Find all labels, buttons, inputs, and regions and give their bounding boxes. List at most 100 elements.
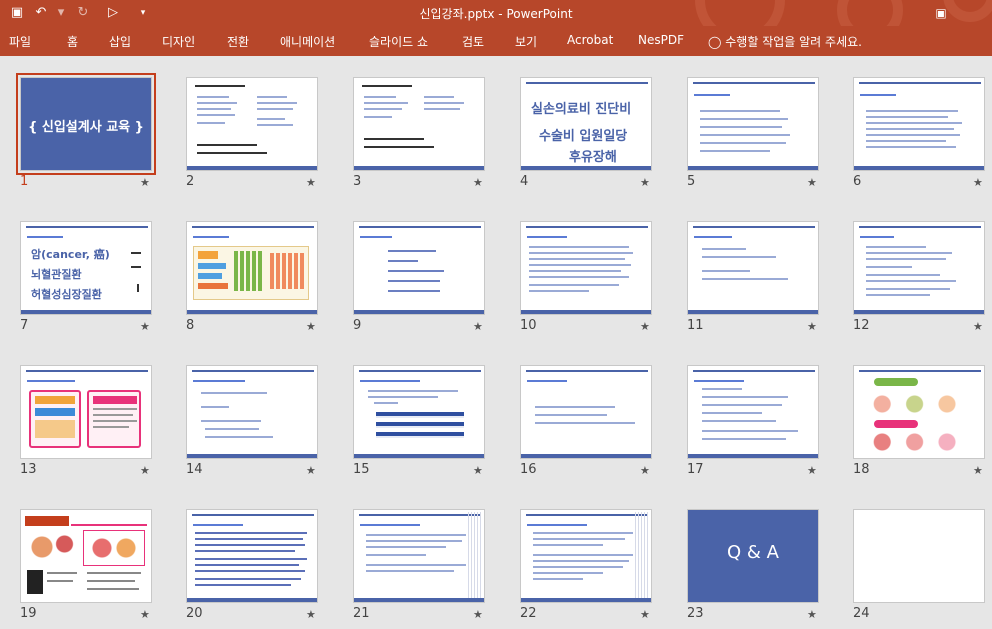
slide-number-5: 5	[687, 174, 696, 189]
slide-thumbnail-23[interactable]: Q & A	[687, 509, 819, 603]
slide-star-icon: ★	[640, 176, 650, 189]
tab-transitions[interactable]: 전환	[227, 33, 249, 50]
slide-star-icon: ★	[140, 320, 150, 333]
tab-review[interactable]: 검토	[462, 33, 484, 50]
slide-star-icon: ★	[473, 608, 483, 621]
tab-slideshow[interactable]: 슬라이드 쇼	[369, 33, 428, 50]
slide-star-icon: ★	[807, 176, 817, 189]
slide-thumbnail-1[interactable]: { 신입설계사 교육 }	[16, 73, 156, 175]
slide-number-2: 2	[186, 174, 195, 189]
slide-number-7: 7	[20, 318, 29, 333]
tab-design[interactable]: 디자인	[162, 33, 195, 50]
slide-star-icon: ★	[306, 608, 316, 621]
slide-star-icon: ★	[473, 320, 483, 333]
slide-number-17: 17	[687, 462, 704, 477]
slide-number-1: 1	[20, 174, 29, 189]
powerpoint-window: ▣ ↶ ▾ ↻ ▷ ▾ 신입강좌.pptx - PowerPoint ▣ 파일 …	[0, 0, 992, 629]
tab-nespdf[interactable]: NesPDF	[638, 33, 684, 47]
slide-star-icon: ★	[973, 320, 983, 333]
slide-4-line-1: 실손의료비 진단비	[531, 102, 632, 117]
slide-number-6: 6	[853, 174, 862, 189]
slide-4-line-2: 수술비 입원일당	[539, 129, 628, 144]
slide-thumbnail-4[interactable]: 실손의료비 진단비 수술비 입원일당 후유장해	[520, 77, 652, 171]
slide-thumbnail-18[interactable]	[853, 365, 985, 459]
window-title: 신입강좌.pptx - PowerPoint	[419, 7, 573, 21]
slide-star-icon: ★	[306, 320, 316, 333]
slide-thumbnail-11[interactable]	[687, 221, 819, 315]
slide-7-line-3: 허혈성심장질환	[31, 288, 102, 301]
slide-thumbnail-13[interactable]	[20, 365, 152, 459]
slide-number-24: 24	[853, 606, 870, 621]
tab-insert[interactable]: 삽입	[109, 33, 131, 50]
slide-thumbnail-22[interactable]	[520, 509, 652, 603]
slide-star-icon: ★	[473, 176, 483, 189]
slide-number-13: 13	[20, 462, 37, 477]
tab-acrobat[interactable]: Acrobat	[567, 33, 613, 47]
slide-1-title: { 신입설계사 교육 }	[28, 120, 144, 135]
tell-me-label: 수행할 작업을 알려 주세요.	[725, 35, 862, 49]
tab-file[interactable]: 파일	[9, 33, 31, 50]
slide-23-title: Q & A	[727, 542, 779, 563]
slide-number-12: 12	[853, 318, 870, 333]
slide-19-organs-left	[27, 532, 77, 562]
slide-thumbnail-10[interactable]	[520, 221, 652, 315]
tab-animations[interactable]: 애니메이션	[280, 33, 335, 50]
slide-thumbnail-9[interactable]	[353, 221, 485, 315]
slide-thumbnail-2[interactable]	[186, 77, 318, 171]
slide-13-box-left	[29, 390, 81, 448]
slide-number-21: 21	[353, 606, 370, 621]
slide-star-icon: ★	[140, 608, 150, 621]
slide-number-16: 16	[520, 462, 537, 477]
slide-star-icon: ★	[140, 176, 150, 189]
slide-thumbnail-19[interactable]	[20, 509, 152, 603]
slide-thumbnail-8[interactable]	[186, 221, 318, 315]
slide-7-line-2: 뇌혈관질환	[31, 268, 82, 281]
slide-thumbnail-3[interactable]	[353, 77, 485, 171]
slide-number-23: 23	[687, 606, 704, 621]
slide-thumbnail-12[interactable]	[853, 221, 985, 315]
slide-18-illustration-bottom	[866, 430, 974, 454]
slide-number-10: 10	[520, 318, 537, 333]
slide-star-icon: ★	[807, 464, 817, 477]
slide-18-illustration-top	[866, 390, 974, 418]
slide-star-icon: ★	[640, 608, 650, 621]
slide-number-14: 14	[186, 462, 203, 477]
slide-star-icon: ★	[973, 464, 983, 477]
slide-thumbnail-14[interactable]	[186, 365, 318, 459]
slide-15-table	[376, 412, 464, 442]
tab-home[interactable]: 홈	[67, 33, 78, 50]
slide-sorter: { 신입설계사 교육 } 1 ★ 2 ★ 3 ★ 실손의료비 진단비 수술비 입…	[0, 56, 992, 629]
slide-number-9: 9	[353, 318, 362, 333]
slide-thumbnail-6[interactable]	[853, 77, 985, 171]
slide-thumbnail-15[interactable]	[353, 365, 485, 459]
slide-number-3: 3	[353, 174, 362, 189]
slide-star-icon: ★	[807, 608, 817, 621]
ribbon-display-options-icon[interactable]: ▣	[930, 3, 952, 23]
slide-thumbnail-5[interactable]	[687, 77, 819, 171]
slide-star-icon: ★	[807, 320, 817, 333]
slide-19-organs-right	[83, 530, 145, 566]
slide-4-line-3: 후유장해	[569, 150, 617, 165]
slide-star-icon: ★	[973, 176, 983, 189]
slide-number-22: 22	[520, 606, 537, 621]
slide-thumbnail-20[interactable]	[186, 509, 318, 603]
lightbulb-icon: ◯	[708, 35, 722, 49]
slide-thumbnail-24[interactable]	[853, 509, 985, 603]
slide-number-15: 15	[353, 462, 370, 477]
ribbon-tabs: 파일 홈 삽입 디자인 전환 애니메이션 슬라이드 쇼 검토 보기 Acroba…	[0, 26, 992, 56]
slide-thumbnail-21[interactable]	[353, 509, 485, 603]
slide-star-icon: ★	[473, 464, 483, 477]
slide-star-icon: ★	[306, 464, 316, 477]
slide-star-icon: ★	[306, 176, 316, 189]
slide-thumbnail-17[interactable]	[687, 365, 819, 459]
tell-me-search[interactable]: ◯ 수행할 작업을 알려 주세요.	[708, 33, 862, 50]
slide-number-4: 4	[520, 174, 529, 189]
slide-thumbnail-7[interactable]: 암(cancer, 癌) 뇌혈관질환 허혈성심장질환	[20, 221, 152, 315]
slide-number-11: 11	[687, 318, 704, 333]
title-bar: ▣ ↶ ▾ ↻ ▷ ▾ 신입강좌.pptx - PowerPoint ▣	[0, 0, 992, 26]
slide-number-18: 18	[853, 462, 870, 477]
slide-number-20: 20	[186, 606, 203, 621]
tab-view[interactable]: 보기	[515, 33, 537, 50]
slide-star-icon: ★	[140, 464, 150, 477]
slide-thumbnail-16[interactable]	[520, 365, 652, 459]
